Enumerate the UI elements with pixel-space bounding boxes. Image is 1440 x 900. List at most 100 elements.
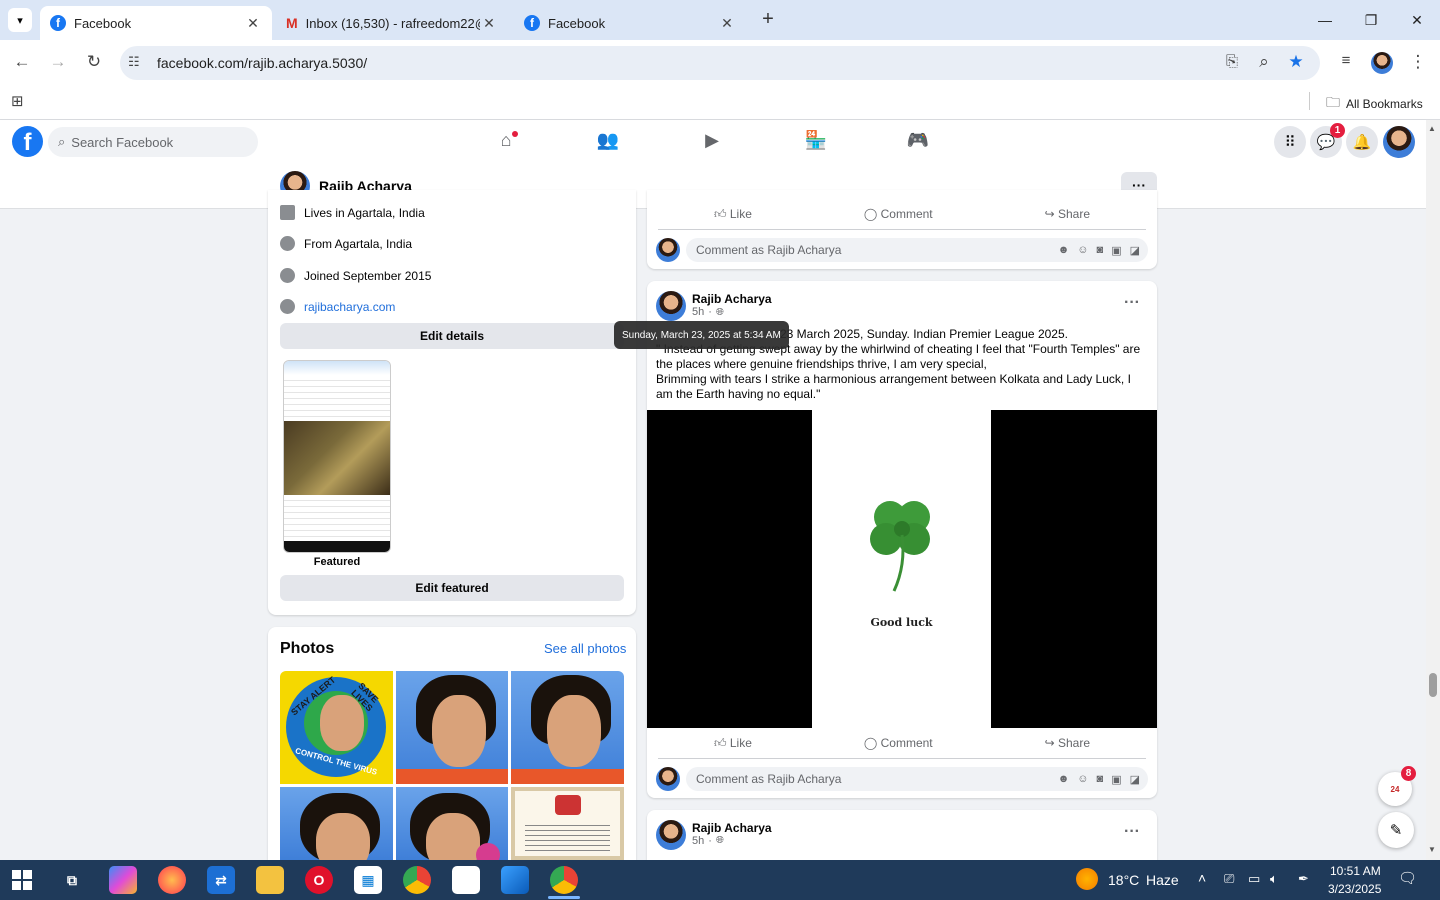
action-center-icon[interactable]: 🗨 [1398, 869, 1417, 887]
menu-grid-button[interactable]: ⠿ [1274, 126, 1306, 158]
post-author-avatar[interactable] [656, 820, 686, 850]
task-view-icon[interactable]: ⧉ [58, 866, 86, 894]
marketplace-nav-icon[interactable]: 🏪 [804, 130, 828, 154]
microsoft-store-icon[interactable]: ▦ [354, 866, 382, 894]
tab-facebook-active[interactable]: f Facebook ✕ [40, 6, 272, 40]
new-tab-button[interactable]: + [758, 8, 778, 32]
tray-overflow-icon[interactable]: ˄ [1198, 870, 1206, 886]
see-all-photos-link[interactable]: See all photos [544, 641, 626, 656]
reload-icon[interactable]: ↻ [82, 52, 106, 72]
close-tab-icon[interactable]: ✕ [718, 15, 736, 32]
browser-menu-icon[interactable]: ⋮ [1406, 52, 1430, 72]
bookmark-star-icon[interactable]: ★ [1284, 52, 1308, 72]
friends-nav-icon[interactable]: 👥 [596, 130, 620, 154]
scroll-down-arrow[interactable]: ▼ [1428, 845, 1436, 854]
comment-input[interactable]: Comment as Rajib Acharya ☻ ☺ ◙ ▣ ◪ [686, 767, 1148, 791]
minimize-icon[interactable]: — [1302, 8, 1348, 32]
clock-time[interactable]: 10:51 AM [1330, 864, 1381, 878]
page-scrollbar-track[interactable] [1426, 120, 1440, 860]
post-timestamp[interactable]: 5h · 🌐︎ [692, 835, 724, 847]
weather-icon[interactable] [1076, 868, 1098, 890]
emoji-icon[interactable]: ☺ [1077, 244, 1088, 257]
firefox-icon[interactable] [158, 866, 186, 894]
opera-icon[interactable]: O [305, 866, 333, 894]
post-options-icon[interactable]: ··· [1124, 823, 1140, 841]
close-tab-icon[interactable]: ✕ [480, 15, 498, 32]
gif-icon[interactable]: ▣ [1111, 244, 1121, 257]
facebook-search-input[interactable]: ⌕ Search Facebook [48, 127, 258, 157]
account-avatar[interactable] [1383, 126, 1415, 158]
browser-profile-avatar[interactable] [1371, 52, 1393, 74]
photos-app-icon[interactable] [501, 866, 529, 894]
volume-icon[interactable]: 🔈︎ [1270, 871, 1278, 887]
clock-date[interactable]: 3/23/2025 [1328, 882, 1381, 896]
photo-portrait-2[interactable] [511, 671, 624, 784]
scroll-up-arrow[interactable]: ▲ [1428, 124, 1436, 133]
pen-icon[interactable]: ✒ [1298, 871, 1309, 887]
comment-button[interactable]: ◯ Comment [864, 736, 933, 750]
post-image[interactable]: Good luck [647, 410, 1157, 728]
zoom-icon[interactable]: ⌕ [1252, 52, 1276, 72]
video-nav-icon[interactable]: ▶ [700, 130, 724, 154]
notifications-button[interactable]: 🔔 [1346, 126, 1378, 158]
tab-search-button[interactable]: ▾ [8, 8, 32, 32]
edit-featured-button[interactable]: Edit featured [280, 575, 624, 601]
gif-icon[interactable]: ▣ [1111, 773, 1121, 786]
all-bookmarks-button[interactable]: 🗀 All Bookmarks [1326, 92, 1423, 116]
notepad-icon[interactable] [452, 866, 480, 894]
meet-now-icon[interactable]: ⎚ [1224, 871, 1234, 887]
restore-icon[interactable]: ❐ [1348, 8, 1394, 32]
post-author-name[interactable]: Rajib Acharya [692, 821, 772, 835]
portrait-shirt [511, 769, 624, 784]
chrome-icon[interactable] [403, 866, 431, 894]
back-icon[interactable]: ← [10, 52, 34, 72]
network-icon[interactable]: ▭ [1248, 871, 1260, 887]
avatar-sticker-icon[interactable]: ☻ [1058, 773, 1070, 786]
sticker-icon[interactable]: ◪ [1130, 773, 1140, 786]
forward-icon[interactable]: → [46, 52, 70, 72]
camera-icon[interactable]: ◙ [1097, 773, 1104, 786]
facebook-logo-icon[interactable]: f [12, 126, 43, 157]
photo-portrait-4[interactable] [396, 787, 508, 860]
edit-details-button[interactable]: Edit details [280, 323, 624, 349]
close-tab-icon[interactable]: ✕ [244, 15, 262, 32]
post-author-avatar[interactable] [656, 291, 686, 321]
share-button[interactable]: ↪ Share [1045, 207, 1090, 221]
camera-icon[interactable]: ◙ [1097, 244, 1104, 257]
website-link[interactable]: rajibacharya.com [304, 300, 395, 314]
gaming-nav-icon[interactable]: 🎮 [906, 130, 930, 154]
url-text[interactable]: facebook.com/rajib.acharya.5030/ [157, 55, 367, 71]
photo-portrait-1[interactable] [396, 671, 508, 784]
install-app-icon[interactable]: ⎘ [1220, 53, 1244, 70]
apps-grid-icon[interactable]: ⊞ [11, 92, 24, 110]
file-explorer-icon[interactable] [256, 866, 284, 894]
comment-input[interactable]: Comment as Rajib Acharya ☻ ☺ ◙ ▣ ◪ [686, 238, 1148, 262]
new-message-button[interactable]: ✎ [1378, 812, 1414, 848]
emoji-icon[interactable]: ☺ [1077, 773, 1088, 786]
comment-button[interactable]: ◯ Comment [864, 207, 933, 221]
photo-portrait-3[interactable] [280, 787, 393, 860]
media-control-icon[interactable]: ≡ [1334, 52, 1358, 69]
photo-certificate[interactable] [511, 787, 624, 860]
tab-gmail[interactable]: M Inbox (16,530) - rafreedom22@ ✕ [276, 6, 508, 40]
site-info-icon[interactable]: ☷ [128, 54, 140, 70]
weather-condition[interactable]: Haze [1146, 872, 1179, 888]
photo-stay-alert[interactable]: STAY ALERT SAVE LIVES CONTROL THE VIRUS [280, 671, 393, 784]
close-window-icon[interactable]: ✕ [1394, 8, 1440, 32]
page-scrollbar-thumb[interactable] [1429, 673, 1437, 697]
windows-start-icon[interactable] [12, 870, 32, 890]
teamviewer-icon[interactable]: ⇄ [207, 866, 235, 894]
avatar-sticker-icon[interactable]: ☻ [1058, 244, 1070, 257]
sticker-icon[interactable]: ◪ [1130, 244, 1140, 257]
share-button[interactable]: ↪ Share [1045, 736, 1090, 750]
chrome-active-icon[interactable] [550, 866, 578, 894]
weather-temperature[interactable]: 18°C [1108, 872, 1139, 888]
copilot-icon[interactable] [109, 866, 137, 894]
like-button[interactable]: 👍︎ Like [714, 207, 752, 222]
featured-story-thumbnail[interactable] [283, 360, 391, 553]
post-options-icon[interactable]: ··· [1124, 294, 1140, 312]
tab-facebook[interactable]: f Facebook ✕ [514, 6, 746, 40]
like-button[interactable]: 👍︎ Like [714, 736, 752, 751]
post-author-name[interactable]: Rajib Acharya [692, 292, 772, 306]
post-timestamp[interactable]: 5h · 🌐︎ [692, 306, 724, 318]
